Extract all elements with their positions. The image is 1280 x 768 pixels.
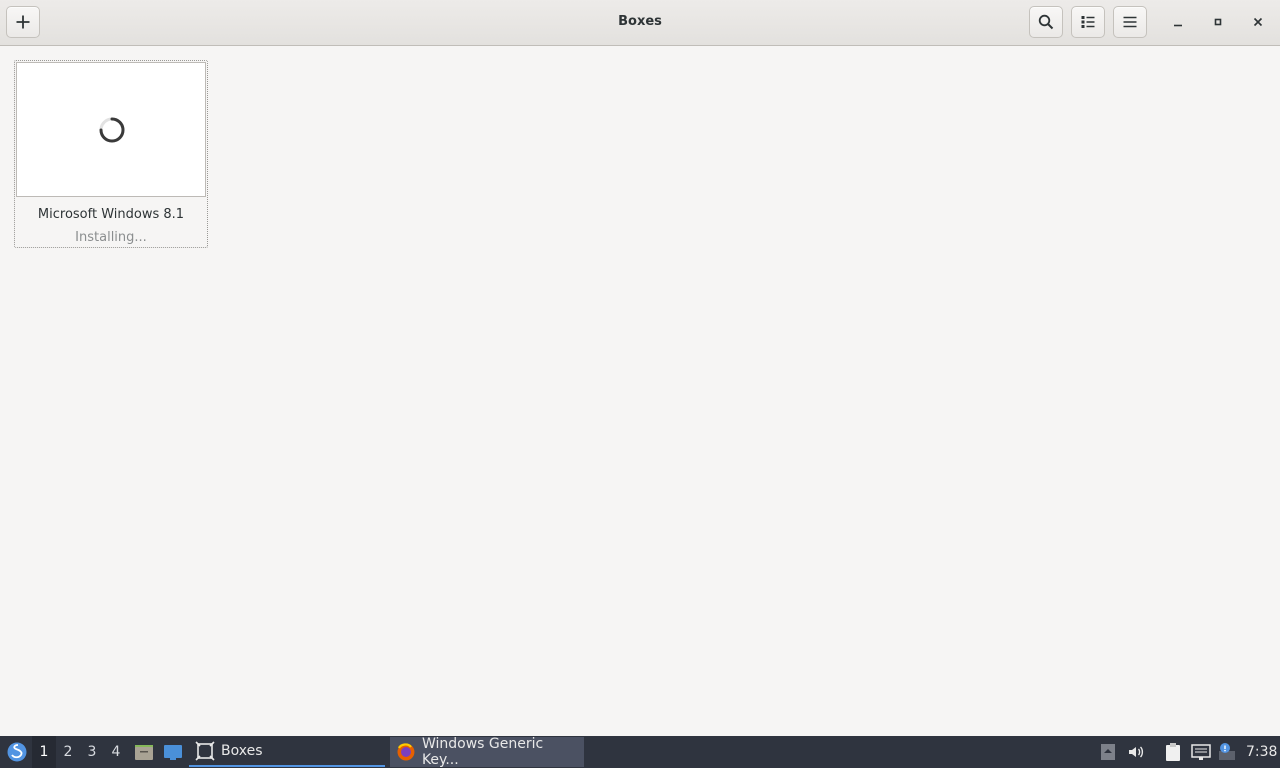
app-menu-button[interactable] [4, 736, 30, 768]
header-bar: Boxes [0, 0, 1280, 46]
network-button[interactable] [1190, 736, 1212, 768]
maximize-icon [1214, 18, 1222, 26]
tray-arrow-up-icon [1101, 744, 1115, 760]
distro-logo-icon [7, 742, 27, 762]
show-desktop-launcher[interactable] [161, 736, 185, 768]
minimize-icon [1174, 24, 1182, 27]
clock[interactable]: 7:38 [1246, 736, 1277, 768]
box-thumbnail [16, 62, 206, 197]
task-label: Windows Generic Key... [421, 736, 544, 768]
window-title: Boxes [618, 14, 662, 29]
new-box-button[interactable] [6, 6, 40, 38]
list-view-icon [1081, 16, 1095, 28]
close-icon [1253, 17, 1263, 27]
desktop-icon [164, 745, 182, 760]
boxes-app-icon [195, 741, 215, 761]
clipboard-icon [1166, 743, 1180, 761]
workspace-2[interactable]: 2 [56, 736, 80, 768]
boxes-collection: Microsoft Windows 8.1 Installing... [0, 46, 1280, 736]
notification-icon [1219, 743, 1235, 760]
tray-expand-button[interactable] [1098, 736, 1118, 768]
task-label: Boxes [221, 743, 263, 759]
box-item[interactable]: Microsoft Windows 8.1 Installing... [14, 60, 208, 248]
search-icon [1038, 14, 1054, 30]
folder-icon [135, 745, 153, 760]
box-name: Microsoft Windows 8.1 [37, 207, 185, 222]
workspace-3[interactable]: 3 [80, 736, 104, 768]
search-button[interactable] [1029, 6, 1063, 38]
box-status: Installing... [75, 230, 147, 245]
plus-icon [16, 15, 30, 29]
maximize-button[interactable] [1203, 7, 1233, 37]
task-boxes[interactable]: Boxes [189, 737, 385, 767]
volume-icon [1129, 746, 1144, 758]
taskbar: 1 2 3 4 Boxes Windows Generic Key... 7:3… [0, 736, 1280, 768]
loading-spinner-icon [99, 117, 125, 143]
file-manager-launcher[interactable] [133, 736, 155, 768]
close-button[interactable] [1243, 7, 1273, 37]
network-wired-icon [1191, 744, 1211, 760]
workspace-1[interactable]: 1 [32, 736, 56, 768]
workspace-4[interactable]: 4 [104, 736, 128, 768]
volume-button[interactable] [1126, 736, 1146, 768]
clipboard-button[interactable] [1162, 736, 1184, 768]
menu-button[interactable] [1113, 6, 1147, 38]
task-firefox[interactable]: Windows Generic Key... [390, 736, 584, 768]
minimize-button[interactable] [1163, 7, 1193, 37]
notifications-button[interactable] [1216, 736, 1238, 768]
firefox-icon [397, 743, 415, 761]
list-view-button[interactable] [1071, 6, 1105, 38]
hamburger-menu-icon [1123, 16, 1137, 28]
